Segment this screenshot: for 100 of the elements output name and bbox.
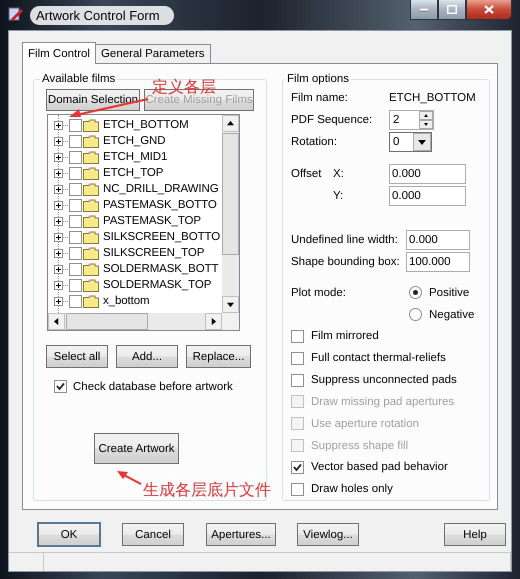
offset-y-field[interactable]: 0.000 [389, 186, 466, 206]
film-name[interactable]: PASTEMASK_TOP [103, 215, 201, 227]
checkbox[interactable] [69, 294, 82, 308]
folder-icon [83, 150, 99, 164]
field-label: Plot mode: [291, 286, 347, 299]
checkbox[interactable] [291, 374, 304, 387]
radio-option[interactable]: Negative [409, 308, 474, 322]
folder-icon [83, 198, 99, 212]
film-name[interactable]: SILKSCREEN_TOP [103, 247, 204, 259]
checkbox[interactable] [69, 134, 82, 148]
field-label: Rotation: [291, 136, 338, 148]
scrollbar-corner [222, 313, 239, 330]
film-name[interactable]: ETCH_TOP [103, 167, 164, 179]
close-button[interactable] [466, 0, 512, 20]
film-name-value: ETCH_BOTTOM [389, 92, 476, 104]
tab[interactable]: General Parameters [94, 44, 211, 63]
checkbox[interactable] [69, 246, 82, 260]
checkbox-label: Vector based pad behavior [311, 461, 448, 474]
folder-icon [83, 118, 99, 132]
expand-icon[interactable] [54, 264, 69, 274]
folder-icon [83, 182, 99, 196]
field-label: Undefined line width: [291, 234, 399, 246]
checkbox-label: Film mirrored [311, 330, 379, 342]
dialog-button[interactable]: Help [444, 523, 506, 546]
checkbox[interactable] [69, 230, 82, 244]
domain-selection-button[interactable]: Domain Selection [46, 89, 140, 111]
scrollbar-thumb[interactable] [66, 313, 148, 330]
dialog-button[interactable]: OK [38, 523, 100, 546]
maximize-button[interactable] [438, 0, 466, 20]
create-artwork-button[interactable]: Create Artwork [94, 433, 179, 464]
film-name[interactable]: x_bottom [103, 295, 150, 307]
check-icon [293, 462, 302, 472]
expand-icon[interactable] [54, 184, 69, 194]
expand-icon[interactable] [54, 136, 69, 146]
checkbox-label: Use aperture rotation [311, 418, 420, 430]
checkbox-label: Suppress unconnected pads [311, 374, 457, 386]
checkbox[interactable] [291, 482, 304, 496]
tab[interactable]: Film Control [22, 42, 96, 64]
expand-icon[interactable] [54, 168, 69, 178]
radio-option[interactable]: Positive [409, 286, 470, 300]
annotation-arrow [117, 471, 141, 485]
offset-x-field[interactable]: 0.000 [389, 164, 466, 184]
vertical-scrollbar[interactable] [222, 115, 239, 313]
maximize-icon [447, 5, 457, 14]
action-button[interactable]: Add... [116, 345, 178, 368]
sequence-spinner[interactable]: 2 [389, 110, 434, 130]
expand-icon[interactable] [54, 200, 69, 210]
field-label: Y: [333, 190, 344, 202]
film-name[interactable]: PASTEMASK_BOTTO [103, 199, 217, 211]
group-title: Available films [41, 73, 116, 85]
checkbox[interactable] [291, 330, 304, 343]
checkbox[interactable] [69, 182, 82, 196]
action-button[interactable]: Select all [46, 345, 108, 368]
scrollbar-thumb[interactable] [222, 133, 239, 255]
scroll-right-button[interactable] [205, 313, 222, 330]
expand-icon[interactable] [54, 216, 69, 226]
bounding-box-field[interactable]: 100.000 [406, 252, 470, 272]
spin-arrows-icon [419, 110, 433, 129]
scroll-down-button[interactable] [222, 296, 239, 313]
checkbox[interactable] [69, 166, 82, 180]
horizontal-scrollbar[interactable] [48, 313, 222, 330]
expand-icon[interactable] [54, 280, 69, 290]
checkbox[interactable] [69, 214, 82, 228]
field-label: PDF Sequence: [291, 114, 374, 126]
expand-icon[interactable] [54, 232, 69, 242]
action-button[interactable]: Replace... [186, 345, 251, 368]
expand-icon[interactable] [54, 120, 69, 130]
up-arrow-icon [227, 120, 234, 127]
film-name[interactable]: SOLDERMASK_BOTT [103, 263, 218, 275]
line-width-field[interactable]: 0.000 [406, 230, 470, 250]
folder-icon [83, 262, 99, 276]
scroll-up-button[interactable] [222, 115, 239, 132]
film-name[interactable]: NC_DRILL_DRAWING [103, 183, 219, 195]
checkbox[interactable] [291, 352, 304, 365]
film-name[interactable]: SOLDERMASK_TOP [103, 279, 212, 291]
film-name[interactable]: SILKSCREEN_BOTTO [103, 231, 220, 243]
film-name[interactable]: ETCH_GND [103, 135, 166, 147]
left-arrow-icon [53, 318, 60, 325]
group-title: Film options [286, 73, 350, 85]
dialog-button[interactable]: Cancel [122, 523, 184, 546]
scroll-left-button[interactable] [48, 313, 65, 330]
checkbox[interactable] [69, 198, 82, 212]
checkbox[interactable] [69, 278, 82, 292]
expand-icon[interactable] [54, 152, 69, 162]
checkbox[interactable] [69, 118, 82, 132]
checkbox[interactable] [291, 460, 304, 474]
folder-icon [83, 294, 99, 308]
minimize-button[interactable] [410, 0, 438, 20]
rotation-dropdown[interactable]: 0 [389, 132, 432, 152]
film-name[interactable]: ETCH_BOTTOM [103, 119, 189, 131]
folder-icon [83, 214, 99, 228]
expand-icon[interactable] [54, 296, 69, 306]
film-name[interactable]: ETCH_MID1 [103, 151, 168, 163]
checkbox[interactable] [69, 262, 82, 276]
dialog-button[interactable]: Viewlog... [297, 523, 359, 546]
checkbox[interactable] [69, 150, 82, 164]
checkbox[interactable] [54, 380, 67, 393]
expand-icon[interactable] [54, 248, 69, 258]
dialog-button[interactable]: Apertures... [206, 523, 276, 546]
annotation-text: 生成各层底片文件 [143, 483, 271, 499]
